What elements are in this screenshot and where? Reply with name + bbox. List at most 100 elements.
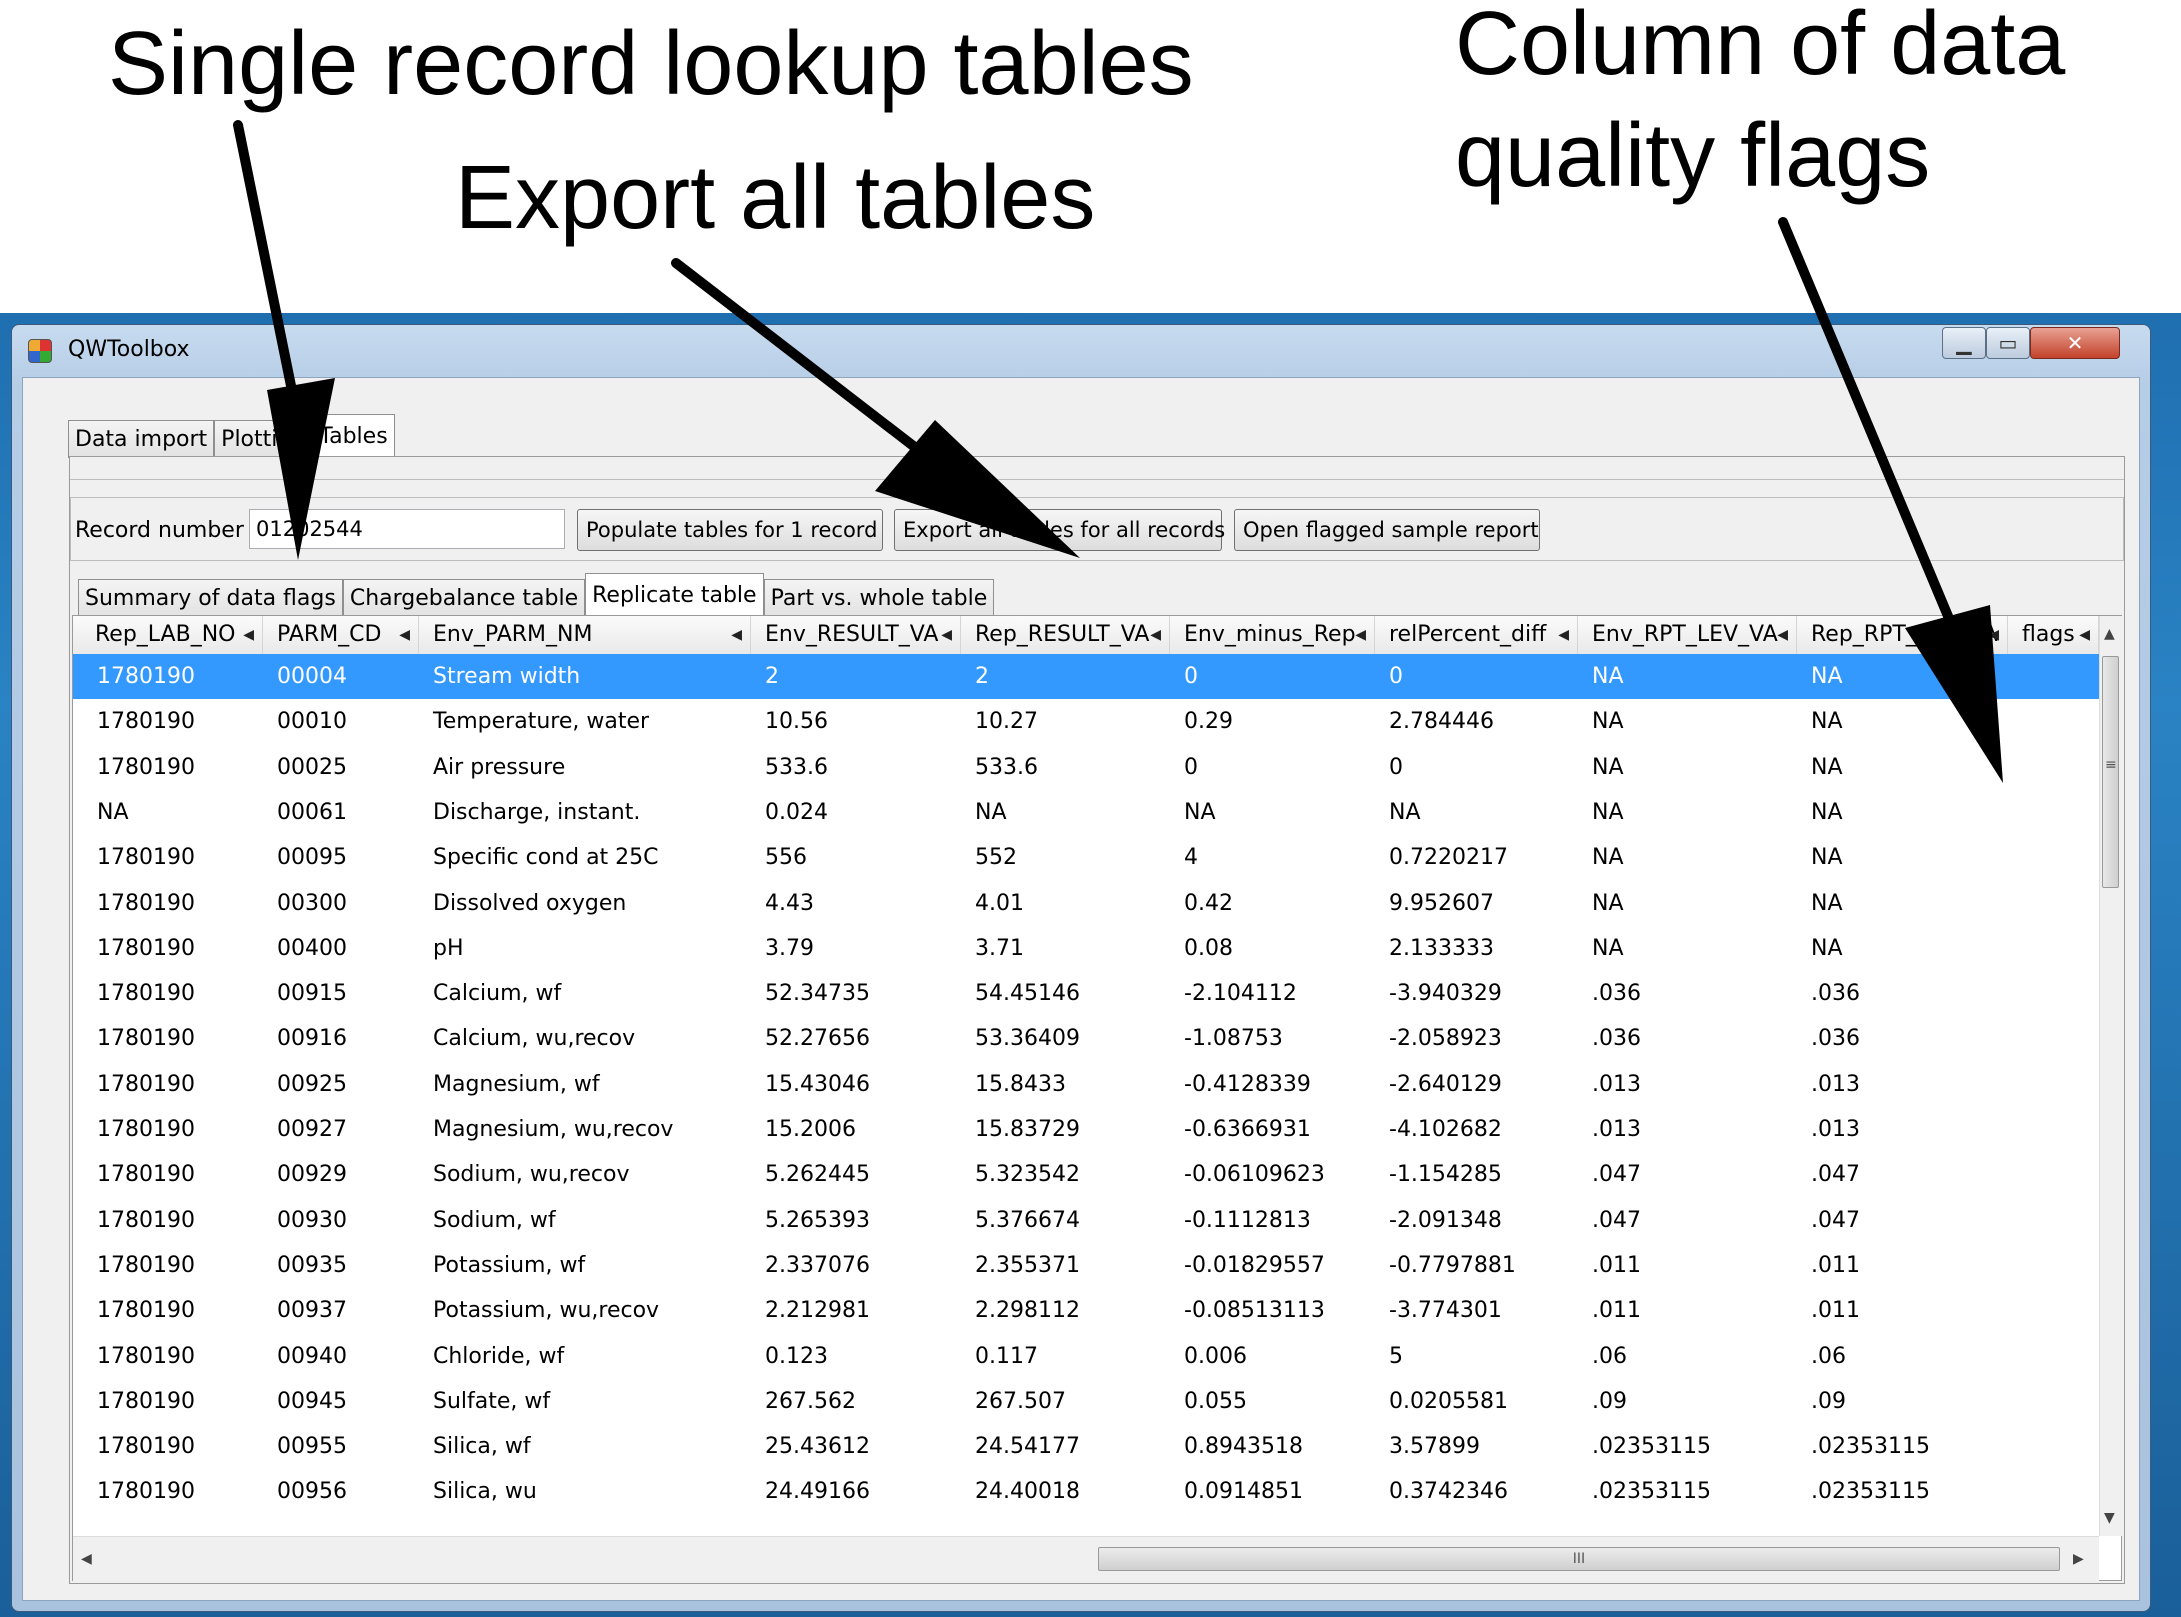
sort-arrow-icon[interactable]: ◀ [399,616,410,654]
sort-arrow-icon[interactable]: ◀ [1777,616,1788,654]
scroll-right-arrow-icon[interactable]: ▶ [2073,1551,2084,1567]
table-cell: -0.1112813 [1184,1207,1311,1233]
table-cell: Chloride, wf [433,1343,565,1369]
table-cell: Magnesium, wf [433,1071,600,1097]
table-row[interactable]: 1780190 00010 Temperature, water 10.56 10.27… [73,699,2099,744]
column-header[interactable]: relPercent_diff ◀ [1375,616,1578,654]
table-cell: 3.71 [975,935,1024,961]
tab-chargebalance-table[interactable]: Chargebalance table [342,579,586,617]
column-header[interactable]: Rep_RPT_LEV_VA ◀ [1797,616,2008,654]
table-row[interactable]: 1780190 00300 Dissolved oxygen 4.43 4.01 0.42… [73,881,2099,926]
table-row[interactable]: 1780190 00025 Air pressure 533.6 533.6 0 0 NA NA [73,745,2099,790]
table-row[interactable]: 1780190 00915 Calcium, wf 52.34735 54.45146 -… [73,971,2099,1016]
scroll-down-arrow-icon[interactable]: ▼ [2104,1510,2115,1526]
sort-arrow-icon[interactable]: ◀ [941,616,952,654]
table-cell: 00925 [277,1071,347,1097]
window-client-area: Data import Plotting Tables Record numbe… [22,377,2140,1601]
table-row[interactable]: 1780190 00929 Sodium, wu,recov 5.262445 5.32… [73,1152,2099,1197]
sort-arrow-icon[interactable]: ◀ [2079,616,2090,654]
table-cell: .011 [1811,1252,1860,1278]
table-cell: NA [97,799,129,825]
scroll-up-arrow-icon[interactable]: ▲ [2104,626,2115,642]
table-row[interactable]: 1780190 00400 pH 3.79 3.71 0.08 2.133333 NA NA [73,926,2099,971]
table-cell: 15.2006 [765,1117,856,1142]
scroll-left-arrow-icon[interactable]: ◀ [81,1551,92,1567]
table-row[interactable]: 1780190 00955 Silica, wf 25.43612 24.54177 0.… [73,1424,2099,1469]
table-cell: 00929 [277,1162,347,1188]
table-row[interactable]: 1780190 00940 Chloride, wf 0.123 0.117 0.006 5… [73,1334,2099,1379]
table-row[interactable]: 1780190 00930 Sodium, wf 5.265393 5.376674 -0… [73,1198,2099,1243]
export-all-tables-button[interactable]: Export all tables for all records [894,509,1225,551]
tab-part-vs-whole-table[interactable]: Part vs. whole table [763,579,995,617]
table-cell: 53.36409 [975,1026,1080,1052]
table-row[interactable]: 1780190 00004 Stream width 2 2 0 0 NA NA [73,654,2099,699]
column-header[interactable]: flags ◀ [2008,616,2099,654]
column-header[interactable]: Rep_LAB_NO ◀ [73,616,263,654]
maximize-button[interactable]: ▭ [1986,327,2030,359]
tab-replicate-table[interactable]: Replicate table [585,573,764,617]
table-cell: pH [433,935,464,961]
tab-tables[interactable]: Tables [312,414,395,458]
column-header[interactable]: Env_minus_Rep ◀ [1170,616,1375,654]
table-cell: 0.006 [1184,1343,1247,1369]
horizontal-scroll-thumb[interactable]: III [1098,1547,2060,1571]
table-cell: 2.337076 [765,1252,870,1278]
tab-summary-of-data-flags[interactable]: Summary of data flags [78,579,343,617]
table-cell: 1780190 [97,890,195,916]
table-cell: 5 [1389,1343,1403,1369]
column-header[interactable]: Env_RESULT_VA ◀ [751,616,961,654]
table-cell: 00935 [277,1252,347,1278]
sort-arrow-icon[interactable]: ◀ [1988,616,1999,654]
column-header[interactable]: Env_RPT_LEV_VA ◀ [1578,616,1797,654]
sort-arrow-icon[interactable]: ◀ [1355,616,1366,654]
table-cell: NA [1184,799,1216,825]
column-header-label: Env_PARM_NM [433,622,593,647]
table-cell: NA [1592,664,1624,689]
table-row[interactable]: 1780190 00956 Silica, wu 24.49166 24.40018 0.… [73,1469,2099,1514]
table-row[interactable]: 1780190 00935 Potassium, wf 2.337076 2.35537… [73,1243,2099,1288]
minimize-button[interactable]: ▁ [1942,327,1986,359]
sort-arrow-icon[interactable]: ◀ [731,616,742,654]
sort-arrow-icon[interactable]: ◀ [1150,616,1161,654]
table-row[interactable]: 1780190 00945 Sulfate, wf 267.562 267.507 0.0… [73,1379,2099,1424]
column-header[interactable]: Env_PARM_NM ◀ [419,616,751,654]
table-row[interactable]: 1780190 00937 Potassium, wu,recov 2.212981 2… [73,1288,2099,1333]
table-cell: 0.0914851 [1184,1479,1303,1505]
open-flagged-report-button[interactable]: Open flagged sample report [1234,509,1540,551]
window-title: QWToolbox [68,337,190,362]
table-row[interactable]: NA 00061 Discharge, instant. 0.024 NA NA NA NA N… [73,790,2099,835]
table-row[interactable]: 1780190 00927 Magnesium, wu,recov 15.2006 15… [73,1107,2099,1152]
vertical-scroll-thumb[interactable]: ≡ [2102,656,2119,888]
divider [70,479,2124,480]
table-cell: 00400 [277,935,347,961]
sort-arrow-icon[interactable]: ◀ [243,616,254,654]
table-cell: 00025 [277,754,347,780]
table-cell: .013 [1592,1117,1641,1142]
table-cell: NA [1592,709,1624,735]
table-cell: 0.123 [765,1343,828,1369]
table-cell: 2 [975,664,989,689]
table-row[interactable]: 1780190 00095 Specific cond at 25C 556 552 4 0… [73,835,2099,880]
tab-plotting[interactable]: Plotting [214,420,313,458]
table-cell: 00927 [277,1117,347,1142]
table-cell: 1780190 [97,1071,195,1097]
table-cell: Stream width [433,664,581,689]
tab-data-import[interactable]: Data import [68,420,215,458]
horizontal-scrollbar[interactable]: ◀ III ▶ [73,1536,2099,1581]
vertical-scrollbar[interactable]: ▲ ≡ ▼ [2099,616,2122,1536]
close-button[interactable]: ✕ [2030,327,2120,359]
table-cell: NA [1811,754,1843,780]
table-cell: 00930 [277,1207,347,1233]
table-row[interactable]: 1780190 00916 Calcium, wu,recov 52.27656 53.… [73,1016,2099,1061]
populate-tables-button[interactable]: Populate tables for 1 record [577,509,883,551]
column-header[interactable]: Rep_RESULT_VA ◀ [961,616,1170,654]
table-cell: -2.091348 [1389,1207,1502,1233]
table-cell: 00956 [277,1479,347,1505]
table-row[interactable]: 1780190 00925 Magnesium, wf 15.43046 15.8433… [73,1062,2099,1107]
title-bar[interactable]: QWToolbox ▁ ▭ ✕ [12,325,2150,377]
column-header[interactable]: PARM_CD ◀ [263,616,419,654]
table-cell: Potassium, wu,recov [433,1298,660,1324]
table-cell: -0.08513113 [1184,1298,1325,1324]
record-number-input[interactable] [249,509,565,549]
sort-arrow-icon[interactable]: ◀ [1558,616,1569,654]
